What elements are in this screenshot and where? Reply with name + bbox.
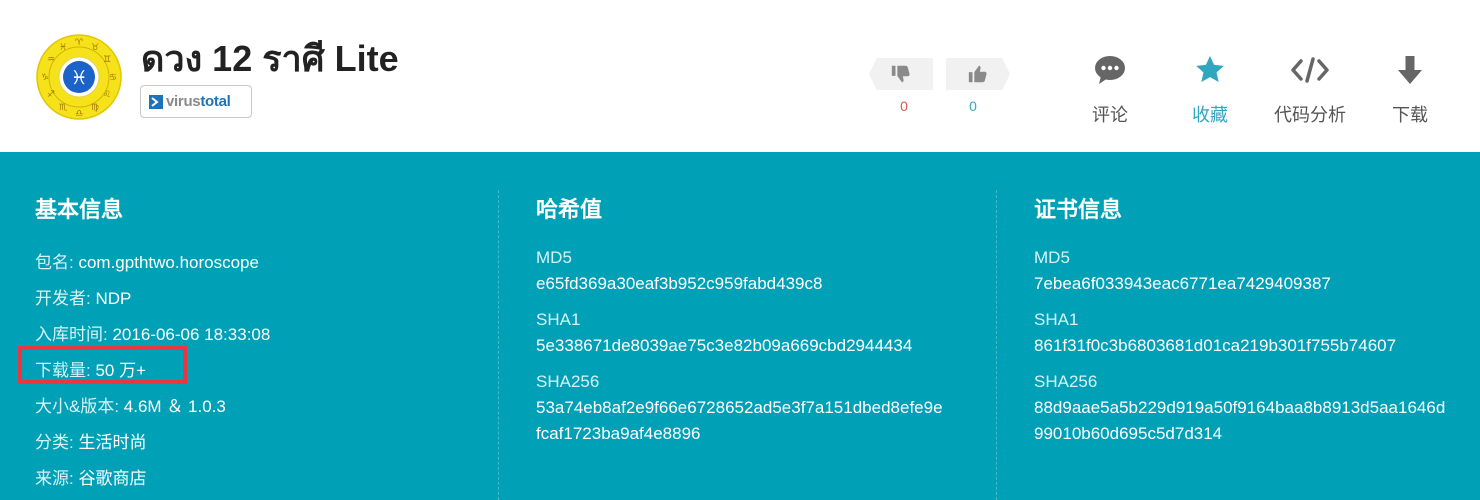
row-label: 包名:	[35, 253, 74, 272]
svg-text:♓: ♓	[59, 43, 67, 53]
code-analysis-label: 代码分析	[1274, 105, 1346, 125]
cert-md5-value: 7ebea6f033943eac6771ea7429409387	[1034, 274, 1331, 293]
app-title: ดวง 12 ราศี Lite	[141, 38, 399, 79]
highlight-annotation-box	[18, 346, 187, 384]
virustotal-badge[interactable]: virustotal	[140, 85, 252, 118]
svg-text:♓: ♓	[70, 67, 87, 89]
comment-icon	[1095, 56, 1125, 84]
code-analysis-button[interactable]: 代码分析	[1265, 52, 1355, 127]
svg-text:♌: ♌	[103, 90, 111, 100]
md5-value: e65fd369a30eaf3b952c959fabd439c8	[536, 274, 823, 293]
column-divider	[996, 190, 997, 500]
svg-text:♈: ♈	[75, 38, 84, 48]
svg-text:♋: ♋	[109, 73, 117, 83]
row-value: 谷歌商店	[78, 469, 147, 488]
category-row: 分类: 生活时尚	[35, 428, 146, 453]
upvote-button[interactable]	[946, 58, 1010, 90]
virustotal-logo-icon	[149, 94, 163, 109]
code-icon	[1291, 57, 1329, 83]
thumbs-down-icon	[891, 65, 910, 83]
sha256-value-line1: 53a74eb8af2e9f66e6728652ad5e3f7a151dbed8…	[536, 398, 943, 417]
package-name-row: 包名: com.gpthtwo.horoscope	[35, 248, 259, 273]
svg-text:♊: ♊	[103, 55, 111, 65]
row-label: 开发者:	[35, 289, 91, 308]
cert-sha256-value-line1: 88d9aae5a5b229d919a50f9164baa8b8913d5aa1…	[1034, 398, 1446, 417]
row-label: 来源:	[35, 469, 74, 488]
virustotal-text-part2: total	[200, 93, 231, 110]
download-button[interactable]: 下载	[1365, 52, 1455, 127]
sha256-label: SHA256	[536, 372, 600, 391]
certificate-title: 证书信息	[1034, 197, 1123, 222]
row-value: 生活时尚	[78, 433, 147, 452]
row-label: 入库时间:	[35, 325, 108, 344]
favorite-label: 收藏	[1192, 105, 1228, 125]
developer-row: 开发者: NDP	[35, 284, 131, 309]
sha256-value-line2: fcaf1723ba9af4e8896	[536, 424, 701, 443]
hash-section: 哈希值 MD5 e65fd369a30eaf3b952c959fabd439c8…	[536, 152, 996, 500]
cert-sha256-value-line2: 99010b60d695c5d7d314	[1034, 424, 1223, 443]
cert-sha1-value: 861f31f0c3b6803681d01ca219b301f755b74607	[1034, 336, 1397, 355]
row-value: 2016-06-06 18:33:08	[112, 325, 271, 344]
thumbs-up-icon	[968, 65, 987, 83]
sha1-label: SHA1	[536, 310, 581, 329]
added-time-row: 入库时间: 2016-06-06 18:33:08	[35, 320, 270, 345]
downvote-button[interactable]	[869, 58, 933, 90]
size-version-row: 大小&版本: 4.6M ＆ 1.0.3	[35, 392, 226, 417]
virustotal-text-part1: virus	[166, 93, 201, 110]
row-label: 分类:	[35, 433, 74, 452]
certificate-section: 证书信息 MD5 7ebea6f033943eac6771ea742940938…	[1034, 152, 1474, 500]
svg-text:♎: ♎	[75, 109, 83, 119]
app-header: ♈ ♉ ♊ ♋ ♌ ♍ ♎ ♏ ♐ ♑ ♒ ♓ ♓ ดวง 12 ราศี Li…	[0, 0, 1480, 152]
app-info-panel: 基本信息 包名: com.gpthtwo.horoscope 开发者: NDP …	[0, 152, 1480, 500]
svg-text:♐: ♐	[47, 90, 55, 100]
basic-info-section: 基本信息 包名: com.gpthtwo.horoscope 开发者: NDP …	[35, 152, 498, 500]
hash-title: 哈希值	[536, 197, 603, 222]
source-row: 来源: 谷歌商店	[35, 464, 146, 489]
row-value: NDP	[95, 289, 132, 308]
favorite-button[interactable]: 收藏	[1165, 52, 1255, 127]
upvote-count: 0	[969, 98, 977, 114]
download-icon	[1398, 56, 1422, 84]
svg-text:♏: ♏	[59, 103, 67, 113]
svg-text:♍: ♍	[91, 103, 99, 113]
cert-sha256-label: SHA256	[1034, 372, 1098, 391]
comment-label: 评论	[1092, 105, 1128, 125]
row-value: 4.6M ＆ 1.0.3	[123, 397, 226, 416]
sha1-value: 5e338671de8039ae75c3e82b09a669cbd2944434	[536, 336, 913, 355]
downvote-count: 0	[900, 98, 908, 114]
column-divider	[498, 190, 499, 500]
comment-button[interactable]: 评论	[1065, 52, 1155, 127]
cert-md5-label: MD5	[1034, 248, 1070, 267]
star-icon	[1196, 56, 1224, 82]
cert-sha1-label: SHA1	[1034, 310, 1079, 329]
svg-text:♉: ♉	[91, 43, 99, 53]
md5-label: MD5	[536, 248, 572, 267]
download-label: 下载	[1392, 105, 1428, 125]
svg-text:♒: ♒	[47, 55, 55, 65]
app-icon: ♈ ♉ ♊ ♋ ♌ ♍ ♎ ♏ ♐ ♑ ♒ ♓ ♓	[36, 34, 122, 120]
svg-text:♑: ♑	[41, 73, 49, 83]
row-label: 大小&版本:	[35, 397, 120, 416]
row-value: com.gpthtwo.horoscope	[78, 253, 259, 272]
basic-info-title: 基本信息	[35, 197, 124, 222]
